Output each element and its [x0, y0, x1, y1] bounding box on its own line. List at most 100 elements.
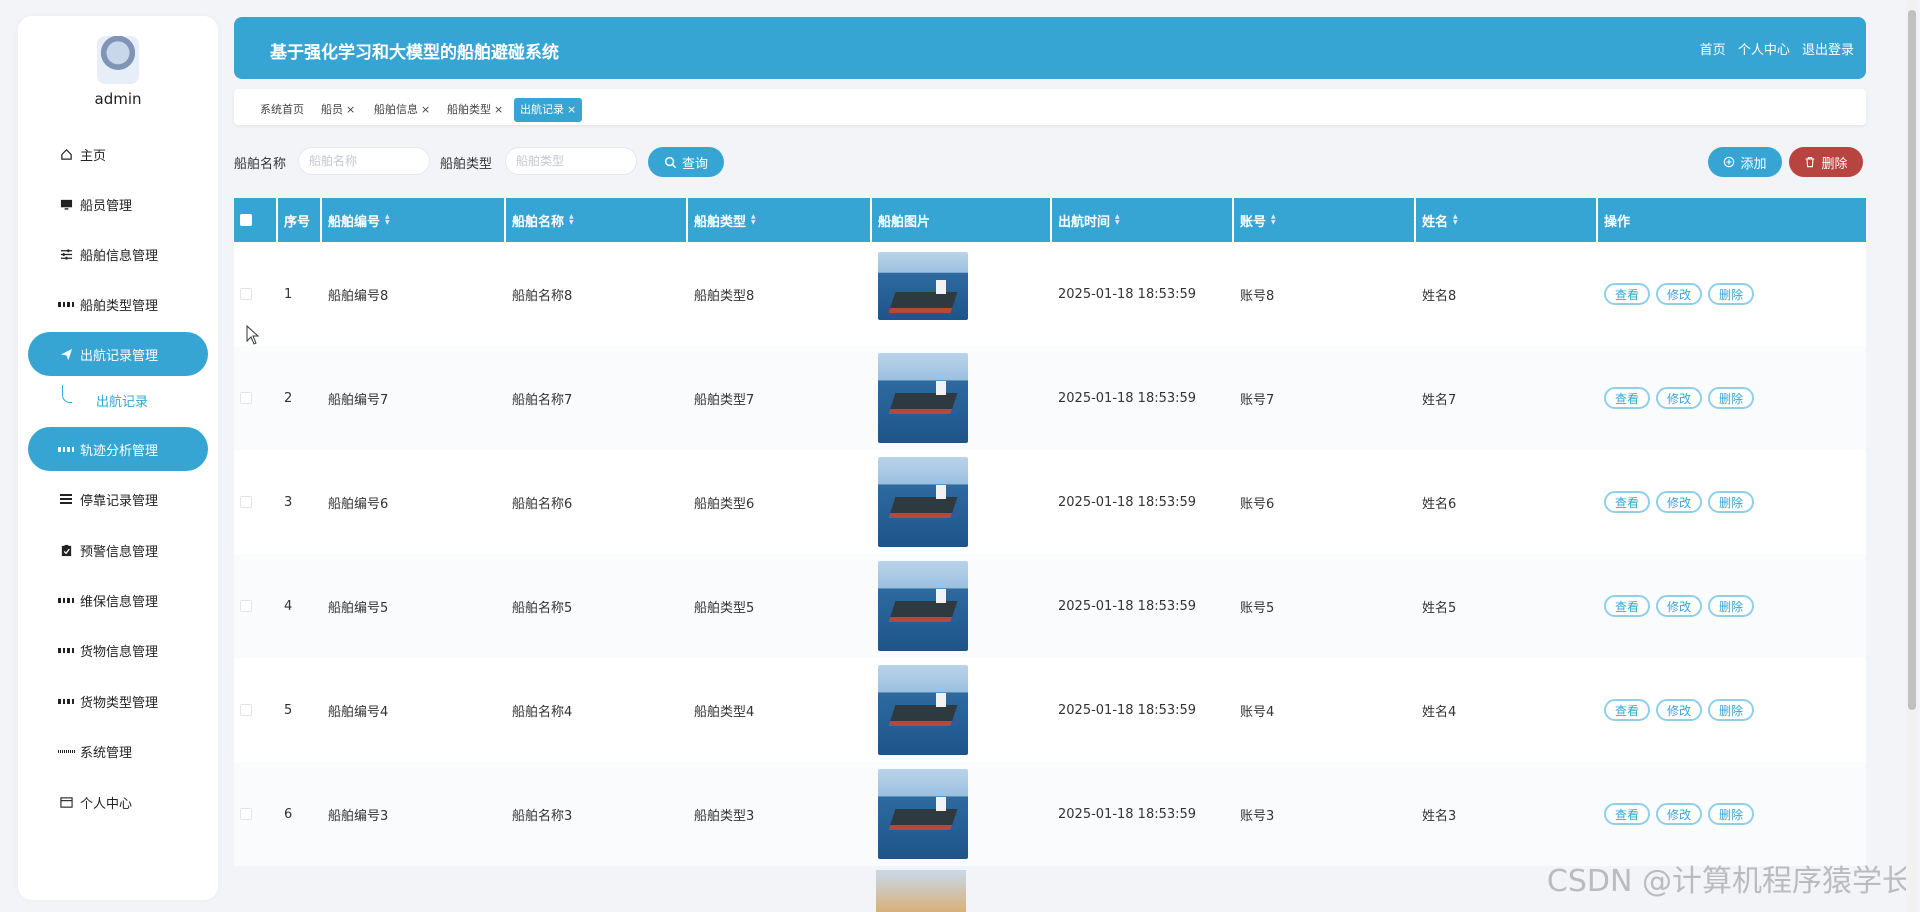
edit-button[interactable]: 修改 [1656, 387, 1703, 409]
cell-name: 船舶名称6 [512, 496, 573, 512]
sidebar-item-system[interactable]: 系统管理 [28, 729, 208, 773]
delete-label: 删除 [1821, 156, 1848, 172]
header-link-home[interactable]: 首页 [1700, 43, 1726, 58]
row-checkbox[interactable] [240, 808, 252, 820]
query-button[interactable]: 查询 [648, 147, 724, 177]
delete-button[interactable]: 删除 [1708, 803, 1755, 825]
col-type[interactable]: 船舶类型 ▲ ▼ [688, 198, 870, 242]
row-checkbox[interactable] [240, 600, 252, 612]
ship-image[interactable] [878, 353, 968, 443]
delete-button[interactable]: 删除 [1708, 387, 1755, 409]
row-checkbox[interactable] [240, 392, 252, 404]
tab-ship-info[interactable]: 船舶信息 × [368, 98, 436, 122]
cell-actions: 查看 修改 删除 [1598, 658, 1866, 762]
sort-icon[interactable]: ▲ ▼ [385, 214, 390, 226]
add-button[interactable]: 添加 [1708, 147, 1782, 177]
col-account[interactable]: 账号 ▲ ▼ [1234, 198, 1414, 242]
cell-name: 船舶名称8 [512, 288, 573, 304]
col-name[interactable]: 船舶名称 ▲ ▼ [506, 198, 686, 242]
delete-button[interactable]: 删除 [1708, 595, 1755, 617]
ship-image[interactable] [876, 870, 966, 912]
row-checkbox[interactable] [240, 496, 252, 508]
sort-icon[interactable]: ▲ ▼ [569, 214, 574, 226]
ship-type-label: 船舶类型 [440, 157, 493, 172]
tab-voyage-record[interactable]: 出航记录 × [514, 98, 583, 122]
ship-image[interactable] [878, 769, 968, 859]
col-person[interactable]: 姓名 ▲ ▼ [1416, 198, 1596, 242]
tab-crew[interactable]: 船员 × [315, 98, 361, 122]
batch-delete-button[interactable]: 删除 [1789, 147, 1863, 177]
sidebar: admin 主页 船员管理 船舶信息管理 船舶类型管理 出航记录管理 出航记录 … [18, 16, 218, 900]
view-button[interactable]: 查看 [1604, 283, 1651, 305]
edit-button[interactable]: 修改 [1656, 699, 1703, 721]
edit-button[interactable]: 修改 [1656, 595, 1703, 617]
edit-button[interactable]: 修改 [1656, 283, 1703, 305]
cell-time: 2025-01-18 18:53:59 [1058, 494, 1197, 510]
view-button[interactable]: 查看 [1604, 491, 1651, 513]
sidebar-item-cargo-type[interactable]: 货物类型管理 [28, 679, 208, 723]
ship-image[interactable] [878, 252, 968, 320]
sort-icon[interactable]: ▲ ▼ [751, 214, 756, 226]
tab-system-home[interactable]: 系统首页 [254, 98, 310, 122]
col-time-label: 出航时间 [1058, 214, 1111, 230]
sort-icon[interactable]: ▲ ▼ [1453, 214, 1458, 226]
close-icon[interactable]: × [346, 103, 355, 116]
edit-button[interactable]: 修改 [1656, 803, 1703, 825]
col-name-label: 船舶名称 [512, 214, 565, 230]
card-icon [58, 794, 74, 810]
col-code[interactable]: 船舶编号 ▲ ▼ [322, 198, 504, 242]
sidebar-item-track-analysis[interactable]: 轨迹分析管理 [28, 427, 208, 471]
edit-button[interactable]: 修改 [1656, 491, 1703, 513]
col-time[interactable]: 出航时间 ▲ ▼ [1052, 198, 1232, 242]
sort-icon[interactable]: ▲ ▼ [1271, 214, 1276, 226]
sidebar-item-maintenance[interactable]: 维保信息管理 [28, 578, 208, 622]
header-select-all[interactable] [234, 198, 276, 242]
sidebar-item-profile[interactable]: 个人中心 [28, 780, 208, 824]
scrollbar-thumb[interactable] [1908, 10, 1916, 710]
ship-image[interactable] [878, 665, 968, 755]
header-link-logout[interactable]: 退出登录 [1802, 43, 1854, 58]
view-button[interactable]: 查看 [1604, 387, 1651, 409]
header-link-profile[interactable]: 个人中心 [1738, 43, 1790, 58]
row-select-cell [234, 762, 276, 866]
sidebar-item-ship-type[interactable]: 船舶类型管理 [28, 282, 208, 326]
view-button[interactable]: 查看 [1604, 803, 1651, 825]
send-icon [58, 346, 74, 362]
sidebar-item-label: 主页 [80, 148, 107, 164]
delete-button[interactable]: 删除 [1708, 283, 1755, 305]
close-icon[interactable]: × [494, 103, 503, 116]
monitor-icon [58, 196, 74, 212]
sidebar-item-ship-info[interactable]: 船舶信息管理 [28, 232, 208, 276]
avatar[interactable] [97, 36, 139, 84]
ship-type-input[interactable] [505, 147, 637, 175]
delete-button[interactable]: 删除 [1708, 491, 1755, 513]
tab-ship-type[interactable]: 船舶类型 × [441, 98, 509, 122]
sidebar-subitem-voyage-record[interactable]: 出航记录 [96, 391, 148, 410]
row-checkbox[interactable] [240, 704, 252, 716]
sidebar-item-cargo-info[interactable]: 货物信息管理 [28, 628, 208, 672]
close-icon[interactable]: × [567, 103, 576, 116]
ship-image[interactable] [878, 561, 968, 651]
page-scrollbar[interactable] [1906, 0, 1918, 912]
cell-no: 6 [284, 806, 293, 822]
sidebar-item-warning[interactable]: 预警信息管理 [28, 528, 208, 572]
sidebar-item-crew[interactable]: 船员管理 [28, 182, 208, 226]
sidebar-item-docking[interactable]: 停靠记录管理 [28, 477, 208, 521]
sidebar-item-voyage[interactable]: 出航记录管理 [28, 332, 208, 376]
ship-image[interactable] [878, 457, 968, 547]
table-row: 6 船舶编号3 船舶名称3 船舶类型3 2025-01-18 18:53:59 账号3 姓名… [234, 762, 1866, 866]
cell-actions: 查看 修改 删除 [1598, 450, 1866, 554]
select-all-checkbox[interactable] [240, 214, 252, 226]
cell-name: 船舶名称3 [512, 808, 573, 824]
cell-person: 姓名7 [1422, 392, 1457, 408]
view-button[interactable]: 查看 [1604, 595, 1651, 617]
ship-name-input[interactable] [298, 147, 430, 175]
close-icon[interactable]: × [421, 103, 430, 116]
sort-icon[interactable]: ▲ ▼ [1115, 214, 1120, 226]
delete-button[interactable]: 删除 [1708, 699, 1755, 721]
row-checkbox[interactable] [240, 288, 252, 300]
cell-type: 船舶类型5 [694, 600, 755, 616]
cell-actions: 查看 修改 删除 [1598, 762, 1866, 866]
sidebar-item-home[interactable]: 主页 [28, 132, 208, 176]
view-button[interactable]: 查看 [1604, 699, 1651, 721]
